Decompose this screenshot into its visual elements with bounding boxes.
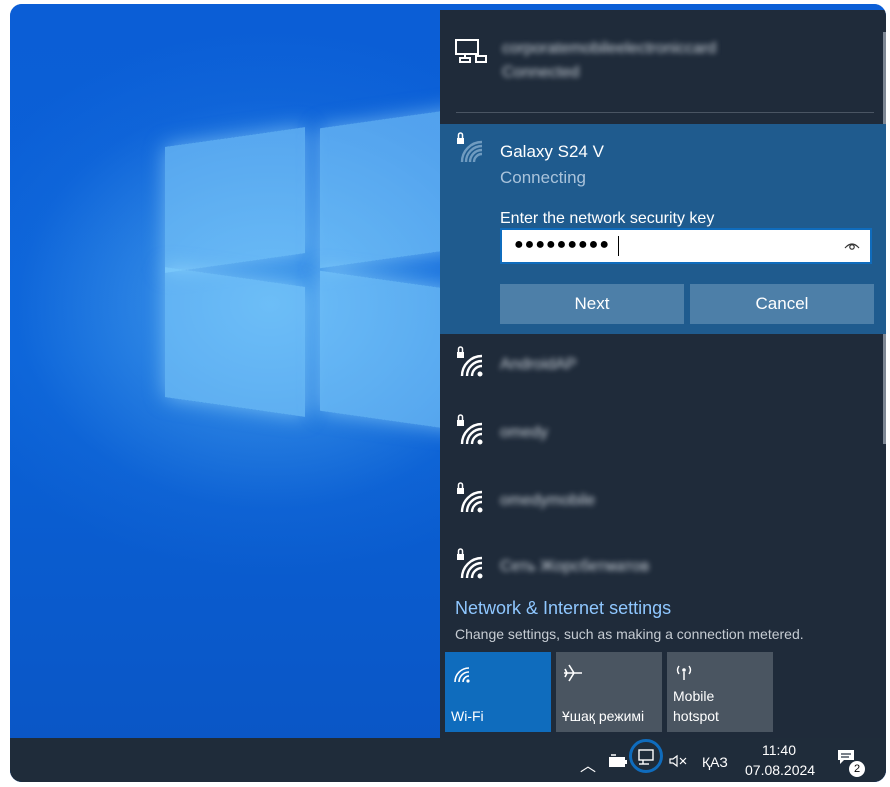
screen: corporatemobileelectroniccard Connected … [10, 4, 886, 782]
wifi-toggle-label: Wi-Fi [451, 708, 484, 724]
mobile-hotspot-label: Mobile hotspot [673, 688, 719, 724]
security-key-value: ●●●●●●●●● [514, 236, 610, 253]
connected-network-status: Connected [502, 64, 580, 81]
volume-muted-icon[interactable] [668, 754, 688, 768]
network-name: omedy [500, 424, 549, 441]
hotspot-icon [676, 665, 692, 680]
airplane-icon [564, 664, 582, 682]
connected-network[interactable]: corporatemobileelectroniccard Connected [440, 30, 880, 96]
language-indicator[interactable]: ҚАЗ [702, 754, 728, 770]
battery-icon[interactable] [608, 754, 628, 768]
network-name: omedymobile [500, 492, 596, 509]
airplane-mode-label: Ұшақ режимі [562, 708, 645, 724]
network-item[interactable]: omedy [440, 408, 880, 474]
selected-network-status: Connecting [500, 168, 587, 187]
security-key-input[interactable]: ●●●●●●●●● [500, 228, 872, 264]
ethernet-icon [455, 39, 487, 63]
wifi-locked-icon [457, 482, 483, 513]
network-tray-icon[interactable] [629, 739, 663, 773]
network-item[interactable]: AndroidAP [440, 340, 880, 406]
ethernet-icon [638, 749, 654, 765]
text-cursor [618, 236, 619, 256]
selected-network-panel[interactable]: Galaxy S24 V Connecting Enter the networ… [440, 124, 886, 334]
security-key-label: Enter the network security key [500, 210, 715, 227]
reveal-password-icon[interactable] [844, 240, 860, 252]
selected-network-name: Galaxy S24 V [500, 142, 604, 161]
connected-network-name: corporatemobileelectroniccard [502, 40, 717, 57]
show-hidden-icons-chevron-icon[interactable]: ︿ [580, 752, 596, 776]
notification-badge: 2 [848, 760, 866, 778]
network-item[interactable]: omedymobile [440, 476, 880, 542]
next-button[interactable]: Next [500, 284, 684, 324]
wifi-locked-icon [457, 414, 483, 445]
network-settings-description: Change settings, such as making a connec… [455, 626, 804, 642]
wifi-locked-icon [457, 132, 483, 163]
airplane-mode-toggle[interactable]: Ұшақ режимі [556, 652, 662, 732]
wifi-locked-icon [457, 346, 483, 377]
clock-date[interactable]: 07.08.2024 [745, 762, 815, 778]
wifi-toggle[interactable]: Wi-Fi [445, 652, 551, 732]
network-name: AndroidAP [500, 356, 577, 373]
wifi-icon [454, 667, 470, 683]
clock-time[interactable]: 11:40 [762, 742, 796, 758]
network-flyout: corporatemobileelectroniccard Connected … [440, 10, 886, 738]
mobile-hotspot-toggle[interactable]: Mobile hotspot [667, 652, 773, 732]
network-settings-link[interactable]: Network & Internet settings [455, 598, 671, 619]
divider [456, 112, 874, 113]
network-name: Сеть Жорсбетматов [500, 558, 650, 575]
wifi-locked-icon [457, 548, 483, 579]
cancel-button[interactable]: Cancel [690, 284, 874, 324]
taskbar: ︿ ҚАЗ 11:40 07.08.2024 2 [10, 738, 886, 782]
action-center-button[interactable]: 2 [836, 748, 866, 778]
